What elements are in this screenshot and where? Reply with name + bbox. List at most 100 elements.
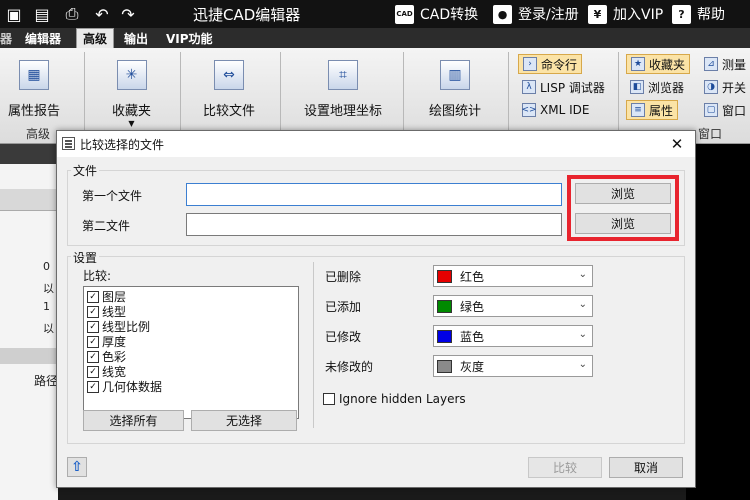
geo-grid-icon: ⌗ bbox=[328, 60, 358, 90]
login-label: 登录/注册 bbox=[518, 7, 579, 23]
favorites-small-button[interactable]: ★ 收藏夹 bbox=[626, 54, 691, 74]
select-none-button[interactable]: 无选择 bbox=[191, 410, 297, 431]
added-color-select[interactable]: 绿色 ⌄ bbox=[433, 295, 593, 317]
redo-icon[interactable]: ↷ bbox=[116, 3, 140, 25]
left-panel: 0 以 1 以 路径 bbox=[0, 164, 58, 500]
tab-output[interactable]: 输出 bbox=[118, 28, 154, 48]
star-icon: ★ bbox=[631, 57, 645, 71]
print-icon[interactable]: ⎙ bbox=[60, 3, 84, 25]
geo-coords-button[interactable]: ⌗ 设置地理坐标 bbox=[304, 60, 382, 119]
tab-partial[interactable]: 器 bbox=[0, 28, 18, 48]
list-item[interactable]: ✓ 线宽 bbox=[87, 364, 126, 379]
login-button[interactable]: ● 登录/注册 bbox=[493, 4, 579, 24]
ignore-hidden-layers-option[interactable]: Ignore hidden Layers bbox=[323, 392, 466, 406]
list-item[interactable]: ✓ 线型比例 bbox=[87, 319, 150, 334]
modified-color-select[interactable]: 蓝色 ⌄ bbox=[433, 325, 593, 347]
list-item[interactable]: ✓ 色彩 bbox=[87, 349, 126, 364]
unmodified-color-value: 灰度 bbox=[460, 359, 485, 374]
measure-label: 测量 bbox=[722, 57, 747, 72]
added-color-value: 绿色 bbox=[460, 299, 485, 314]
favorites-button[interactable]: ✳ 收藏夹 ▼ bbox=[112, 60, 151, 128]
tab-advanced[interactable]: 高级 bbox=[76, 28, 115, 48]
dialog-title: 比较选择的文件 bbox=[80, 138, 165, 152]
cad-convert-icon: CAD bbox=[395, 4, 414, 24]
panel-header-band bbox=[0, 144, 58, 164]
compare-label: 比较: bbox=[83, 269, 112, 283]
color-swatch bbox=[437, 269, 452, 283]
group-advanced-label: 高级 bbox=[26, 127, 51, 141]
compare-files-button[interactable]: ⇔ 比较文件 bbox=[203, 60, 255, 119]
checkbox[interactable]: ✓ bbox=[87, 380, 99, 393]
save-icon[interactable]: ▣ bbox=[2, 3, 26, 25]
cmd-line-label: 命令行 bbox=[541, 57, 578, 72]
favorites-icon: ✳ bbox=[116, 60, 147, 90]
vip-button[interactable]: ¥ 加入VIP bbox=[588, 4, 663, 24]
ribbon-separator bbox=[180, 52, 181, 140]
modified-color-value: 蓝色 bbox=[460, 329, 485, 344]
second-file-input[interactable] bbox=[186, 213, 562, 236]
checkbox[interactable]: ✓ bbox=[87, 305, 99, 318]
color-swatch bbox=[437, 359, 452, 373]
compare-files-label: 比较文件 bbox=[203, 104, 256, 119]
compare-button[interactable]: 比较 bbox=[528, 457, 602, 478]
properties-button[interactable]: ≡ 属性 bbox=[626, 100, 679, 120]
dropdown-arrow-icon: ▼ bbox=[128, 119, 135, 128]
compare-items-list[interactable]: ✓ 图层 ✓ 线型 ✓ 线型比例 ✓ 厚度 ✓ 色彩 ✓ 线宽 ✓ 几何体数据 bbox=[83, 286, 299, 419]
added-label: 已添加 bbox=[325, 300, 362, 314]
xml-ide-label: XML IDE bbox=[540, 103, 590, 117]
ribbon-tabs: 器 编辑器 高级 输出 VIP功能 bbox=[0, 28, 750, 48]
deleted-color-select[interactable]: 红色 ⌄ bbox=[433, 265, 593, 287]
attribute-report-icon: ▦ bbox=[19, 60, 49, 90]
select-all-button[interactable]: 选择所有 bbox=[83, 410, 184, 431]
cmd-line-button[interactable]: › 命令行 bbox=[518, 54, 583, 74]
browser-button[interactable]: ◧ 浏览器 bbox=[626, 77, 688, 97]
cancel-button[interactable]: 取消 bbox=[609, 457, 683, 478]
drawing-stats-label: 绘图统计 bbox=[429, 104, 482, 119]
window-button[interactable]: ▢ 窗口 bbox=[700, 100, 750, 120]
vip-label: 加入VIP bbox=[613, 7, 664, 23]
dialog-app-icon bbox=[62, 137, 75, 150]
left-panel-header bbox=[0, 189, 58, 211]
tab-vip[interactable]: VIP功能 bbox=[160, 28, 219, 48]
deleted-color-value: 红色 bbox=[460, 269, 485, 284]
checkbox[interactable]: ✓ bbox=[87, 335, 99, 348]
checkbox[interactable]: ✓ bbox=[87, 365, 99, 378]
drawing-stats-button[interactable]: ▥ 绘图统计 bbox=[429, 60, 481, 119]
help-label: 帮助 bbox=[697, 7, 725, 23]
lisp-debugger-button[interactable]: λ LISP 调试器 bbox=[518, 77, 609, 97]
tab-editor[interactable]: 编辑器 bbox=[19, 28, 67, 48]
switch-label: 开关 bbox=[722, 80, 747, 95]
ribbon-separator bbox=[403, 52, 404, 140]
checkbox[interactable]: ✓ bbox=[87, 290, 99, 303]
ignore-hidden-layers-label: Ignore hidden Layers bbox=[339, 392, 466, 406]
undo-icon[interactable]: ↶ bbox=[90, 3, 114, 25]
list-item[interactable]: ✓ 厚度 bbox=[87, 334, 126, 349]
ribbon-separator bbox=[618, 52, 619, 140]
properties-icon: ≡ bbox=[631, 103, 645, 117]
save-as-icon[interactable]: ▤ bbox=[30, 3, 54, 25]
checkbox[interactable]: ✓ bbox=[87, 350, 99, 363]
command-line-icon: › bbox=[523, 57, 537, 71]
window-label: 窗口 bbox=[722, 103, 747, 118]
title-bar: ▣ ▤ ⎙ ↶ ↷ 迅捷CAD编辑器 CAD CAD转换 ● 登录/注册 ¥ 加… bbox=[0, 0, 750, 28]
list-item[interactable]: ✓ 几何体数据 bbox=[87, 379, 162, 394]
color-swatch bbox=[437, 329, 452, 343]
xml-ide-button[interactable]: <> XML IDE bbox=[518, 100, 593, 120]
path-label: 路径 bbox=[34, 374, 59, 388]
ruler-icon: ⊿ bbox=[704, 57, 718, 71]
unmodified-color-select[interactable]: 灰度 ⌄ bbox=[433, 355, 593, 377]
help-button[interactable]: ? 帮助 bbox=[672, 4, 725, 24]
switch-button[interactable]: ◑ 开关 bbox=[700, 77, 750, 97]
cad-convert-button[interactable]: CAD CAD转换 bbox=[395, 4, 478, 24]
measure-button[interactable]: ⊿ 测量 bbox=[700, 54, 750, 74]
attr-report-button[interactable]: ▦ 属性报告 bbox=[8, 60, 60, 119]
ignore-hidden-layers-checkbox[interactable] bbox=[323, 393, 335, 405]
checkbox[interactable]: ✓ bbox=[87, 320, 99, 333]
close-icon[interactable]: ✕ bbox=[665, 133, 689, 155]
up-arrow-icon[interactable]: ⇧ bbox=[67, 457, 87, 477]
chevron-down-icon: ⌄ bbox=[578, 359, 587, 370]
first-file-input[interactable] bbox=[186, 183, 562, 206]
list-item[interactable]: ✓ 图层 bbox=[87, 289, 126, 304]
list-item[interactable]: ✓ 线型 bbox=[87, 304, 126, 319]
user-icon: ● bbox=[493, 4, 512, 24]
